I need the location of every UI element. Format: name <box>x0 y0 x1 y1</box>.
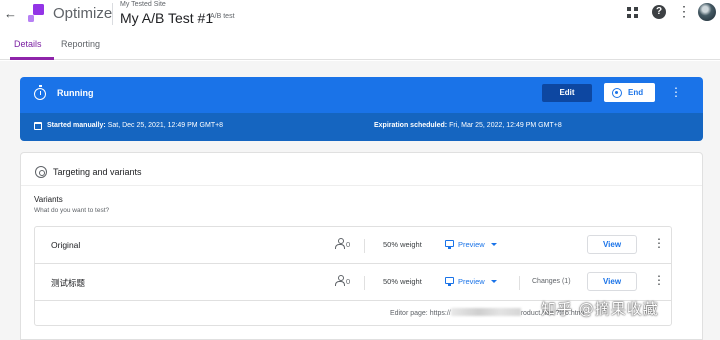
section-divider <box>21 185 702 186</box>
column-divider <box>519 276 520 290</box>
apps-grid-icon[interactable] <box>627 7 639 19</box>
visitor-count: 0 <box>346 277 351 286</box>
status-label: Running <box>57 88 94 98</box>
section-title: Targeting and variants <box>53 167 142 177</box>
timer-icon <box>34 85 46 100</box>
variant-row-original: Original 0 50% weight Preview View ⋮ <box>35 227 671 264</box>
more-vert-icon[interactable]: ⋮ <box>677 4 691 18</box>
status-details: Started manually: Sat, Dec 25, 2021, 12:… <box>20 113 703 141</box>
edit-button[interactable]: Edit <box>542 84 592 102</box>
more-vert-icon[interactable]: ⋮ <box>653 237 665 249</box>
variant-weight[interactable]: 50% weight <box>383 277 422 286</box>
visitor-count: 0 <box>346 240 351 249</box>
header-divider <box>112 3 113 25</box>
optimize-logo <box>28 4 44 22</box>
dropdown-arrow-icon <box>491 280 497 283</box>
avatar[interactable] <box>698 3 716 21</box>
status-banner: Running Edit End ⋮ Started manually: Sat… <box>20 77 703 141</box>
tab-details[interactable]: Details <box>14 39 42 49</box>
monitor-icon <box>445 277 454 286</box>
calendar-icon <box>34 122 42 130</box>
view-button[interactable]: View <box>587 235 637 254</box>
started-label: Started manually: <box>47 122 106 129</box>
help-icon[interactable]: ? <box>652 5 666 19</box>
more-vert-icon[interactable]: ⋮ <box>670 86 682 98</box>
variant-name: 测试标题 <box>51 278 86 288</box>
variants-title: Variants <box>34 195 63 204</box>
dropdown-arrow-icon <box>491 243 497 246</box>
tab-reporting[interactable]: Reporting <box>61 39 100 49</box>
monitor-icon <box>445 240 454 249</box>
preview-label: Preview <box>458 277 485 286</box>
column-divider <box>364 276 365 290</box>
experiment-title: My A/B Test #1 <box>120 10 214 26</box>
view-button[interactable]: View <box>587 272 637 291</box>
expiration-text: Expiration scheduled: Fri, Mar 25, 2022,… <box>374 122 562 129</box>
redacted-url <box>450 308 521 316</box>
person-icon <box>335 238 345 249</box>
expiration-label: Expiration scheduled: <box>374 122 448 129</box>
changes-count[interactable]: Changes (1) <box>532 278 571 285</box>
stop-circle-icon <box>612 88 622 98</box>
active-tab-indicator <box>10 57 54 60</box>
person-icon <box>335 275 345 286</box>
variant-name: Original <box>51 240 81 250</box>
preview-dropdown[interactable]: Preview <box>445 239 505 251</box>
top-app-bar: ← Optimize My Tested Site My A/B Test #1… <box>0 0 720 30</box>
preview-label: Preview <box>458 240 485 249</box>
app-name: Optimize <box>53 5 113 22</box>
arrow-back-icon[interactable]: ← <box>4 6 17 21</box>
end-button-label: End <box>628 88 644 97</box>
started-value: Sat, Dec 25, 2021, 12:49 PM GMT+8 <box>107 122 224 129</box>
variant-row-test: 测试标题 0 50% weight Preview Changes (1) Vi… <box>35 264 671 301</box>
expiration-value: Fri, Mar 25, 2022, 12:49 PM GMT+8 <box>449 122 562 129</box>
status-header: Running Edit End ⋮ <box>20 77 703 113</box>
preview-dropdown[interactable]: Preview <box>445 276 505 288</box>
experiment-type: A/B test <box>210 13 235 20</box>
tab-bar: Details Reporting <box>0 30 720 60</box>
started-text: Started manually: Sat, Dec 25, 2021, 12:… <box>47 122 223 129</box>
variants-subtitle: What do you want to test? <box>34 207 110 214</box>
variant-weight[interactable]: 50% weight <box>383 240 422 249</box>
container-name[interactable]: My Tested Site <box>120 1 166 8</box>
column-divider <box>364 239 365 253</box>
watermark: 知乎 @摘果收藏 <box>541 300 659 318</box>
more-vert-icon[interactable]: ⋮ <box>653 274 665 286</box>
editor-page-label: Editor page: https:// <box>390 310 451 317</box>
target-icon <box>35 166 47 178</box>
end-button[interactable]: End <box>604 83 655 102</box>
